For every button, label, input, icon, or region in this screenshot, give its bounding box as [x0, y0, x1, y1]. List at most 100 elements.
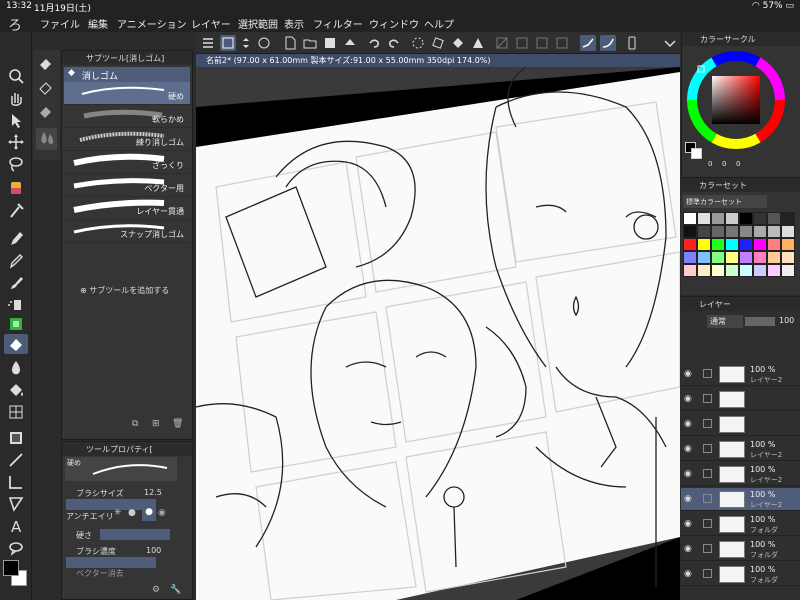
eraser-soft-group-icon[interactable] — [36, 76, 57, 98]
color-swatch[interactable] — [697, 238, 711, 251]
blend-tool-icon[interactable] — [4, 358, 28, 378]
brush-item-through-layer[interactable]: レイヤー貫通 — [64, 197, 190, 220]
hardness-steps[interactable] — [100, 529, 170, 540]
color-swatch[interactable] — [711, 225, 725, 238]
brush-tool-icon[interactable] — [4, 272, 28, 292]
export-icon[interactable] — [342, 35, 358, 51]
copy-subtool-icon[interactable]: ⧉ — [132, 419, 138, 429]
decoration-tool-icon[interactable] — [4, 314, 28, 334]
color-swatch[interactable] — [683, 264, 697, 277]
visibility-eye-icon[interactable]: ◉ — [684, 494, 692, 504]
color-swatch[interactable] — [767, 225, 781, 238]
layer-lock-checkbox[interactable] — [703, 519, 712, 528]
visibility-eye-icon[interactable]: ◉ — [684, 544, 692, 554]
eyedropper-tool-icon[interactable] — [4, 200, 28, 220]
redo-icon[interactable] — [386, 35, 402, 51]
swap-icon[interactable] — [238, 35, 254, 51]
menu-window[interactable]: ウィンドウ — [369, 16, 419, 31]
menu-edit[interactable]: 編集 — [88, 16, 108, 31]
layer-lock-checkbox[interactable] — [703, 544, 712, 553]
move-tool-icon[interactable] — [4, 132, 28, 152]
color-swatch[interactable] — [781, 212, 795, 225]
transform-icon[interactable] — [430, 35, 446, 51]
layer-row[interactable]: ◉ — [681, 388, 800, 411]
layer-row[interactable]: ◉ — [681, 413, 800, 436]
aa-medium-icon[interactable]: ● — [142, 507, 156, 521]
main-color-swatch[interactable] — [3, 560, 19, 576]
open-file-icon[interactable] — [302, 35, 318, 51]
snap-ruler-icon[interactable] — [580, 35, 596, 51]
layer-lock-checkbox[interactable] — [703, 394, 712, 403]
figure-tool-icon[interactable] — [4, 450, 28, 470]
layer-lock-checkbox[interactable] — [703, 469, 712, 478]
color-swatch[interactable] — [725, 264, 739, 277]
new-file-icon[interactable] — [282, 35, 298, 51]
layer-row[interactable]: ◉ 100 % レイヤー2 — [681, 488, 800, 511]
menu-lines-icon[interactable] — [200, 35, 216, 51]
color-swatch[interactable] — [753, 251, 767, 264]
color-swatch[interactable] — [767, 212, 781, 225]
color-swatch[interactable] — [725, 212, 739, 225]
color-swatch[interactable] — [767, 238, 781, 251]
selection-fill-icon[interactable] — [554, 35, 570, 51]
menu-view[interactable]: 表示 — [284, 16, 304, 31]
layer-row[interactable]: ◉ 100 % レイヤー2 — [681, 438, 800, 461]
gradient-tool-icon[interactable] — [4, 402, 28, 422]
brush-item-snap[interactable]: スナップ消しゴム — [64, 220, 190, 243]
brush-item-vector[interactable]: ベクター用 — [64, 174, 190, 197]
airbrush-tool-icon[interactable] — [4, 294, 28, 314]
color-swatch[interactable] — [739, 238, 753, 251]
eraser-tool-icon[interactable] — [4, 334, 28, 354]
color-swatch[interactable] — [683, 238, 697, 251]
save-icon[interactable] — [322, 35, 338, 51]
menu-selection[interactable]: 選択範囲 — [238, 16, 278, 31]
color-swatch[interactable] — [739, 225, 753, 238]
layer-lock-checkbox[interactable] — [703, 419, 712, 428]
loading-icon[interactable] — [410, 35, 426, 51]
color-swatch[interactable] — [697, 264, 711, 277]
canvas-artwork[interactable] — [196, 67, 680, 600]
color-swatch[interactable] — [753, 212, 767, 225]
fill-bucket-icon[interactable] — [450, 35, 466, 51]
auto-select-tool-icon[interactable] — [4, 178, 28, 198]
layer-lock-checkbox[interactable] — [703, 444, 712, 453]
aa-strong-icon[interactable]: ◉ — [158, 508, 166, 518]
antialias-options[interactable]: ✳ ● ● ◉ — [112, 507, 170, 522]
color-swatch[interactable] — [753, 238, 767, 251]
visibility-eye-icon[interactable]: ◉ — [684, 469, 692, 479]
edit-mode-icon[interactable] — [220, 35, 236, 51]
brush-item-soft[interactable]: 軟らかめ — [64, 105, 190, 128]
add-subtool-button[interactable]: ⊕ サブツールを追加する — [80, 285, 169, 296]
color-swatch[interactable] — [683, 212, 697, 225]
color-swatch[interactable] — [725, 238, 739, 251]
delete-subtool-icon[interactable]: 🗑 — [172, 419, 183, 429]
visibility-eye-icon[interactable]: ◉ — [684, 369, 692, 379]
wrench-icon[interactable]: 🔧 — [170, 585, 181, 595]
clear-icon[interactable] — [470, 35, 486, 51]
color-swatch[interactable] — [711, 251, 725, 264]
subtool-group-header[interactable]: ◆ 消しゴム — [64, 67, 190, 82]
visibility-eye-icon[interactable]: ◉ — [684, 519, 692, 529]
color-swatch[interactable] — [739, 251, 753, 264]
color-swatch[interactable] — [683, 251, 697, 264]
layer-row[interactable]: ◉ 100 % レイヤー2 — [681, 463, 800, 486]
color-swatch[interactable] — [711, 238, 725, 251]
operation-tool-icon[interactable] — [4, 494, 28, 514]
menu-animation[interactable]: アニメーション — [117, 16, 187, 31]
brush-item-hard[interactable]: 硬め — [64, 82, 190, 105]
layer-lock-checkbox[interactable] — [703, 494, 712, 503]
color-swatch[interactable] — [711, 264, 725, 277]
frame-tool-icon[interactable] — [4, 428, 28, 448]
color-swatch[interactable] — [781, 251, 795, 264]
color-preview-sub[interactable] — [691, 148, 702, 159]
color-swatch[interactable] — [725, 251, 739, 264]
color-swatch[interactable] — [767, 251, 781, 264]
color-swatch[interactable] — [739, 212, 753, 225]
menu-filter[interactable]: フィルター — [313, 16, 363, 31]
ruler-tool-icon[interactable] — [4, 472, 28, 492]
brush-item-kneaded[interactable]: 練り消しゴム — [64, 128, 190, 151]
layer-lock-checkbox[interactable] — [703, 569, 712, 578]
document-tab[interactable]: 名前2* (97.00 x 61.00mm 製本サイズ:91.00 x 55.0… — [196, 54, 680, 67]
color-swatch[interactable] — [781, 225, 795, 238]
balloon-tool-icon[interactable] — [4, 538, 28, 558]
